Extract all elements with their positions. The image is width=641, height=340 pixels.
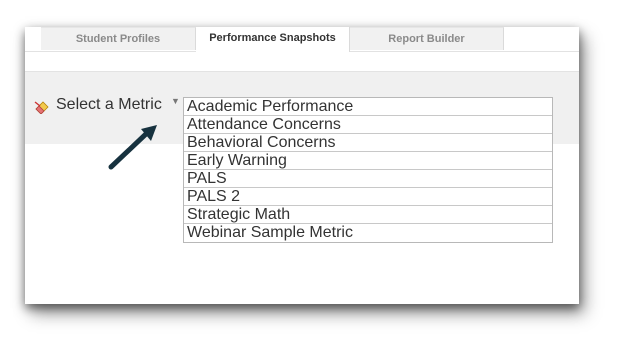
tab-bar: Student Profiles Performance Snapshots R… bbox=[25, 27, 579, 52]
pointer-arrow-icon bbox=[108, 125, 157, 170]
metric-option[interactable]: Webinar Sample Metric bbox=[184, 224, 552, 242]
tab-performance-snapshots[interactable]: Performance Snapshots bbox=[196, 27, 350, 52]
caret-down-icon[interactable]: ▼ bbox=[171, 96, 180, 106]
metric-option[interactable]: Behavioral Concerns bbox=[184, 134, 552, 152]
metric-option[interactable]: Attendance Concerns bbox=[184, 116, 552, 134]
app-window: Student Profiles Performance Snapshots R… bbox=[25, 27, 579, 304]
metric-dropdown-list: Academic Performance Attendance Concerns… bbox=[183, 97, 553, 243]
metric-option[interactable]: Strategic Math bbox=[184, 206, 552, 224]
metric-option[interactable]: Early Warning bbox=[184, 152, 552, 170]
metric-option[interactable]: PALS bbox=[184, 170, 552, 188]
eraser-icon[interactable] bbox=[34, 98, 50, 114]
tab-student-profiles[interactable]: Student Profiles bbox=[41, 27, 196, 50]
metric-option[interactable]: Academic Performance bbox=[184, 98, 552, 116]
metric-select-label[interactable]: Select a Metric bbox=[56, 96, 162, 114]
tab-report-builder[interactable]: Report Builder bbox=[350, 27, 504, 50]
metric-option[interactable]: PALS 2 bbox=[184, 188, 552, 206]
